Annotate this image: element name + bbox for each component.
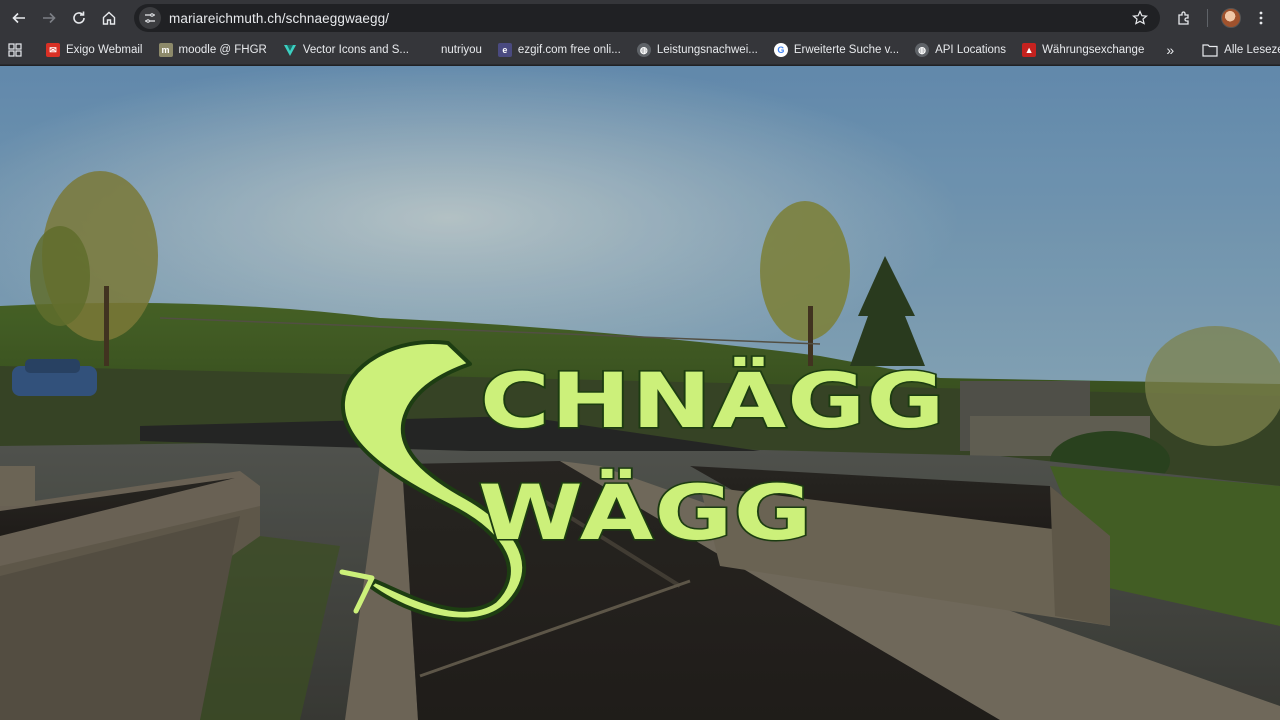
bookmark-waehrungsexchange[interactable]: ▲ Währungsexchange bbox=[1014, 38, 1152, 62]
moodle-icon: m bbox=[158, 43, 173, 57]
page-content: CHNÄGG WÄGG bbox=[0, 66, 1280, 720]
reload-button[interactable] bbox=[64, 3, 94, 33]
globe-icon: ◍ bbox=[636, 43, 651, 57]
logo-line-1: CHNÄGG bbox=[478, 355, 946, 447]
bookmarks-bar: ✉ Exigo Webmail m moodle @ FHGR Vector I… bbox=[0, 36, 1280, 65]
logo-line-2: WÄGG bbox=[476, 467, 814, 559]
forward-button[interactable] bbox=[34, 3, 64, 33]
bookmark-api-locations[interactable]: ◍ API Locations bbox=[907, 38, 1014, 62]
bookmark-label: Vector Icons and S... bbox=[302, 44, 409, 56]
bookmark-label: moodle @ FHGR bbox=[178, 44, 267, 56]
toolbar-divider bbox=[1207, 9, 1208, 27]
bookmark-label: nutriyou bbox=[441, 44, 482, 56]
bookmark-leistungsnachweis[interactable]: ◍ Leistungsnachwei... bbox=[629, 38, 766, 62]
url-text[interactable]: mariareichmuth.ch/schnaeggwaegg/ bbox=[169, 11, 389, 26]
bookmark-label: Exigo Webmail bbox=[66, 44, 143, 56]
bookmark-label: Erweiterte Suche v... bbox=[793, 44, 900, 56]
back-button[interactable] bbox=[4, 3, 34, 33]
browser-toolbar: mariareichmuth.ch/schnaeggwaegg/ bbox=[0, 0, 1280, 36]
home-button[interactable] bbox=[94, 3, 124, 33]
bookmark-label: API Locations bbox=[935, 44, 1007, 56]
toolbar-right bbox=[1169, 3, 1280, 33]
bookmark-ezgif[interactable]: e ezgif.com free onli... bbox=[490, 38, 629, 62]
bookmark-exigo-webmail[interactable]: ✉ Exigo Webmail bbox=[38, 38, 151, 62]
apps-grid-icon bbox=[8, 43, 22, 57]
bookmark-vector-icons[interactable]: Vector Icons and S... bbox=[275, 38, 417, 62]
bookmark-nutriyou[interactable]: nutriyou bbox=[417, 38, 490, 62]
apps-button[interactable] bbox=[0, 38, 30, 62]
kebab-menu-icon bbox=[1259, 11, 1263, 25]
chevron-double-right-icon: » bbox=[1166, 42, 1175, 58]
puzzle-icon bbox=[1178, 11, 1189, 25]
bookmark-moodle[interactable]: m moodle @ FHGR bbox=[151, 38, 275, 62]
menu-button[interactable] bbox=[1246, 3, 1276, 33]
exchange-icon: ▲ bbox=[1022, 43, 1037, 57]
vector-icon bbox=[283, 43, 297, 57]
extensions-button[interactable] bbox=[1169, 3, 1199, 33]
reload-icon bbox=[73, 11, 85, 24]
folder-icon bbox=[1202, 44, 1218, 57]
tune-icon bbox=[139, 7, 161, 29]
bookmark-label: Leistungsnachwei... bbox=[656, 44, 758, 56]
forward-icon bbox=[43, 12, 56, 24]
all-bookmarks-button[interactable]: Alle Lesezeichen bbox=[1194, 38, 1280, 62]
bookmark-star-icon[interactable] bbox=[1132, 10, 1148, 26]
all-bookmarks-label: Alle Lesezeichen bbox=[1224, 44, 1280, 56]
home-icon bbox=[102, 11, 116, 25]
google-icon: G bbox=[773, 43, 788, 57]
avatar bbox=[1221, 8, 1241, 28]
site-info-button[interactable] bbox=[136, 4, 164, 32]
globe-icon: ◍ bbox=[915, 43, 930, 57]
address-bar[interactable]: mariareichmuth.ch/schnaeggwaegg/ bbox=[134, 4, 1160, 32]
profile-button[interactable] bbox=[1216, 3, 1246, 33]
mail-icon: ✉ bbox=[46, 43, 60, 57]
bookmarks-overflow-button[interactable]: » bbox=[1158, 38, 1182, 62]
back-icon bbox=[12, 12, 25, 24]
bookmark-erweiterte-suche[interactable]: G Erweiterte Suche v... bbox=[766, 38, 907, 62]
bookmark-label: ezgif.com free onli... bbox=[517, 44, 621, 56]
bookmark-label: Währungsexchange bbox=[1042, 44, 1145, 56]
ezgif-icon: e bbox=[497, 43, 512, 57]
